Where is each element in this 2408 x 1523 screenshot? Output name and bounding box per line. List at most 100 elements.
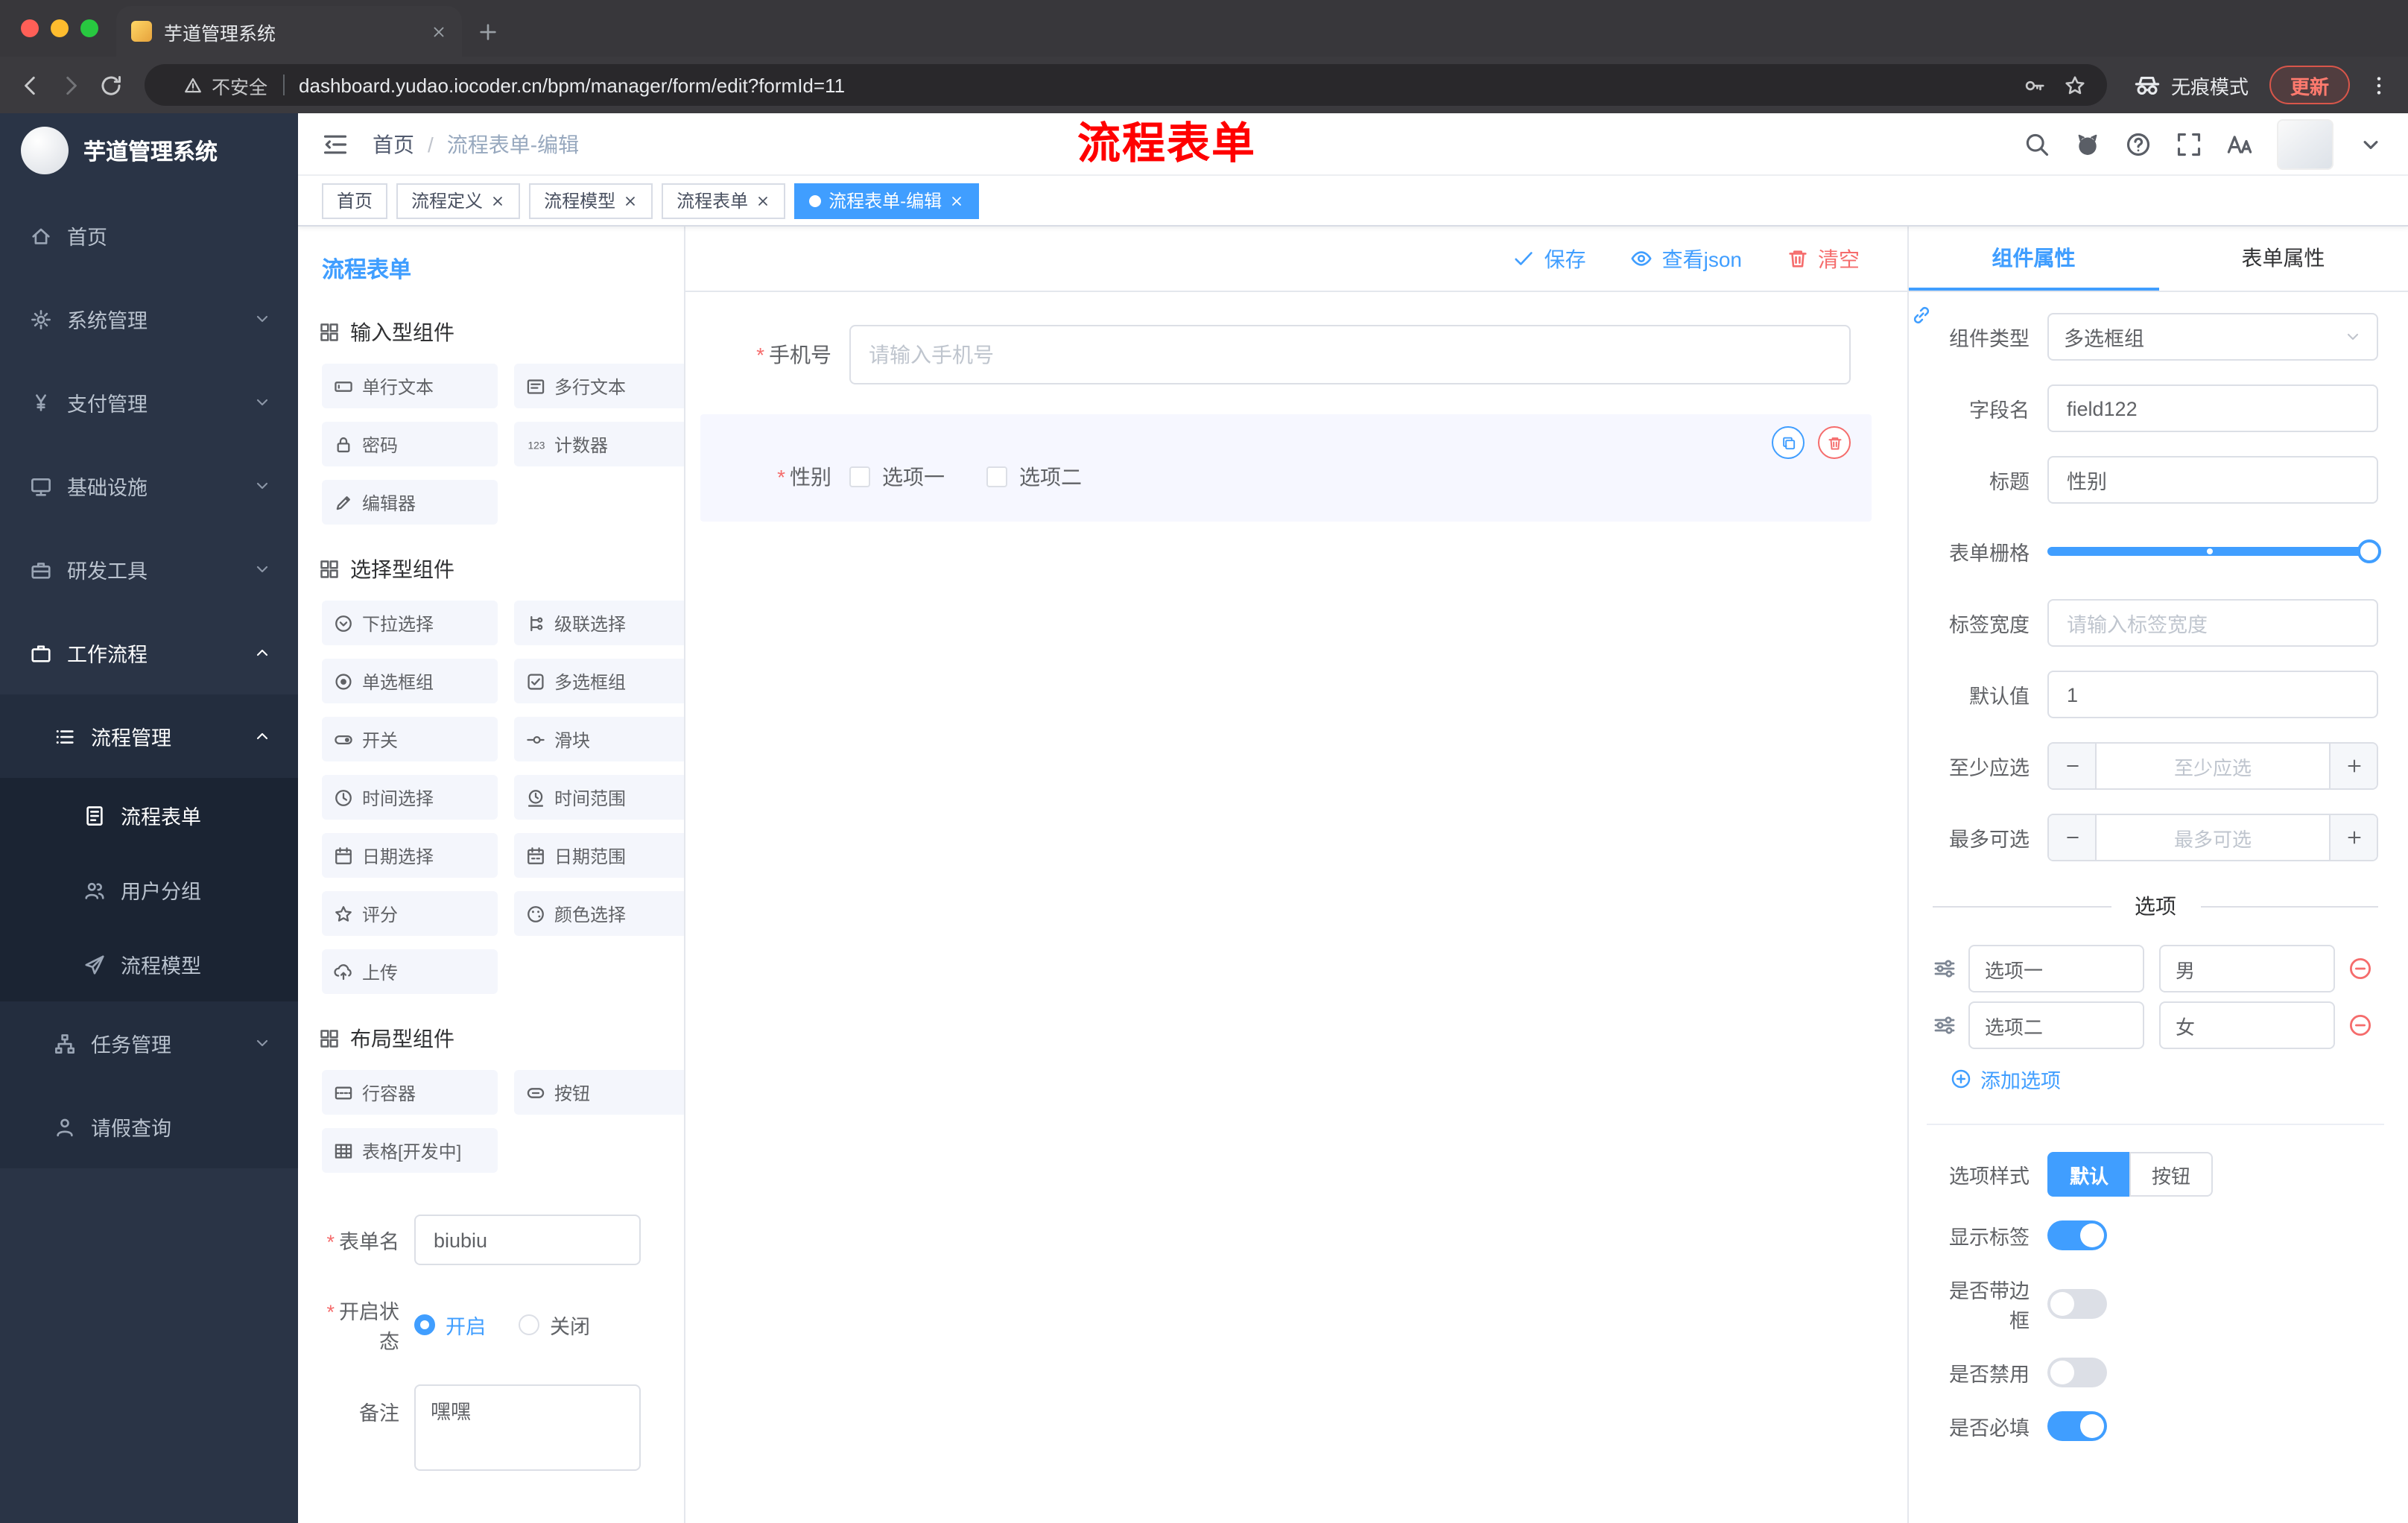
close-tag-icon[interactable] (623, 193, 638, 208)
option-label-input[interactable]: 选项二 (1968, 1001, 2144, 1049)
palette-item[interactable]: 滑块 (514, 717, 684, 762)
close-tag-icon[interactable] (755, 193, 770, 208)
canvas-field-gender-selected[interactable]: * 性别 选项一 选项二 (700, 414, 1872, 522)
close-tag-icon[interactable] (490, 193, 505, 208)
option-label-input[interactable]: 选项一 (1968, 945, 2144, 992)
show-label-toggle[interactable] (2047, 1220, 2107, 1250)
tab-component-props[interactable]: 组件属性 (1909, 227, 2158, 291)
style-button-button[interactable]: 按钮 (2129, 1152, 2214, 1197)
sidebar-item-process-model[interactable]: 流程模型 (0, 927, 298, 1001)
sidebar-item-process-form[interactable]: 流程表单 (0, 778, 298, 852)
required-toggle[interactable] (2047, 1411, 2107, 1441)
plus-button[interactable] (2329, 744, 2377, 788)
view-json-button[interactable]: 查看json (1631, 244, 1742, 273)
remove-option-button[interactable] (2348, 957, 2372, 981)
bookmark-star-icon[interactable] (2064, 74, 2086, 96)
palette-item[interactable]: 多选框组 (514, 659, 684, 703)
palette-item[interactable]: 颜色选择 (514, 891, 684, 936)
title-input[interactable]: 性别 (2047, 456, 2378, 504)
sidebar-item-user-group[interactable]: 用户分组 (0, 852, 298, 927)
component-type-select[interactable]: 多选框组 (2047, 313, 2378, 361)
reload-icon[interactable] (98, 72, 124, 98)
palette-item[interactable]: 下拉选择 (322, 601, 498, 645)
back-icon[interactable] (18, 72, 43, 98)
palette-item[interactable]: 单选框组 (322, 659, 498, 703)
option-value-input[interactable]: 女 (2159, 1001, 2335, 1049)
disabled-toggle[interactable] (2047, 1358, 2107, 1387)
browser-menu-icon[interactable] (2368, 74, 2390, 96)
sidebar-fold-icon[interactable] (322, 130, 349, 157)
update-button[interactable]: 更新 (2269, 66, 2350, 104)
fullscreen-icon[interactable] (2176, 130, 2202, 157)
canvas-field-phone[interactable]: * 手机号 请输入手机号 (700, 325, 1872, 384)
search-icon[interactable] (2024, 130, 2050, 157)
zoom-window-button[interactable] (80, 19, 98, 37)
palette-item[interactable]: 评分 (322, 891, 498, 936)
plus-button[interactable] (2329, 815, 2377, 860)
palette-item[interactable]: 单行文本 (322, 364, 498, 408)
github-icon[interactable] (2074, 130, 2101, 157)
palette-item[interactable]: 开关 (322, 717, 498, 762)
window-controls[interactable] (21, 19, 98, 37)
sidebar-item-payment-mgmt[interactable]: 支付管理 (0, 361, 298, 444)
sidebar-item-process-mgmt[interactable]: 流程管理 (0, 694, 298, 778)
app-logo[interactable]: 芋道管理系统 (0, 113, 298, 188)
gender-option2-label[interactable]: 选项二 (1019, 462, 1082, 492)
gender-option1-label[interactable]: 选项一 (882, 462, 945, 492)
font-size-icon[interactable] (2226, 130, 2253, 157)
status-on-label[interactable]: 开启 (446, 1310, 486, 1340)
gender-option1-checkbox[interactable] (849, 466, 870, 487)
palette-item[interactable]: 按钮 (514, 1070, 684, 1115)
new-tab-button[interactable] (477, 21, 499, 43)
tags-view-item[interactable]: 流程定义 (396, 183, 521, 218)
link-icon[interactable] (1910, 304, 1933, 326)
minus-button[interactable] (2049, 815, 2097, 860)
forward-icon[interactable] (58, 72, 83, 98)
sidebar-item-dev-tools[interactable]: 研发工具 (0, 528, 298, 611)
field-name-input[interactable]: field122 (2047, 384, 2378, 432)
status-off-label[interactable]: 关闭 (550, 1310, 590, 1340)
sidebar-item-system-mgmt[interactable]: 系统管理 (0, 277, 298, 361)
palette-item[interactable]: 日期范围 (514, 833, 684, 878)
minus-button[interactable] (2049, 744, 2097, 788)
breadcrumb-home[interactable]: 首页 (373, 129, 414, 159)
avatar-caret-icon[interactable] (2357, 130, 2384, 157)
remark-textarea[interactable]: 嘿嘿 (414, 1384, 641, 1471)
option-value-input[interactable]: 男 (2159, 945, 2335, 992)
help-icon[interactable] (2125, 130, 2152, 157)
palette-item[interactable]: 表格[开发中] (322, 1128, 498, 1173)
tags-view-item[interactable]: 首页 (322, 183, 388, 218)
save-button[interactable]: 保存 (1513, 244, 1586, 273)
style-default-button[interactable]: 默认 (2047, 1152, 2132, 1197)
form-grid-slider[interactable] (2047, 528, 2381, 575)
palette-item[interactable]: 多行文本 (514, 364, 684, 408)
delete-component-button[interactable] (1818, 426, 1851, 459)
palette-item[interactable]: 编辑器 (322, 480, 498, 525)
min-select-stepper[interactable]: 至少应选 (2047, 742, 2378, 790)
minimize-window-button[interactable] (51, 19, 69, 37)
max-select-placeholder[interactable]: 最多可选 (2097, 815, 2329, 860)
palette-item[interactable]: 123 计数器 (514, 422, 684, 466)
label-width-input[interactable]: 请输入标签宽度 (2047, 599, 2378, 647)
palette-item[interactable]: 时间范围 (514, 775, 684, 820)
close-tab-icon[interactable] (431, 23, 447, 39)
close-window-button[interactable] (21, 19, 39, 37)
slider-handle[interactable] (2357, 539, 2381, 563)
palette-item[interactable]: 级联选择 (514, 601, 684, 645)
close-tag-icon[interactable] (949, 193, 964, 208)
border-toggle[interactable] (2047, 1289, 2107, 1319)
status-on-radio[interactable] (414, 1314, 435, 1335)
address-bar[interactable]: 不安全 dashboard.yudao.iocoder.cn/bpm/manag… (145, 64, 2107, 106)
tags-view-item[interactable]: 流程模型 (529, 183, 653, 218)
palette-item[interactable]: 日期选择 (322, 833, 498, 878)
tags-view-item[interactable]: 流程表单-编辑 (794, 183, 980, 218)
avatar[interactable] (2277, 118, 2333, 169)
sidebar-item-leave-query[interactable]: 请假查询 (0, 1085, 298, 1168)
tab-form-props[interactable]: 表单属性 (2158, 227, 2408, 291)
add-option-button[interactable]: 添加选项 (1951, 1064, 2378, 1094)
palette-item[interactable]: 时间选择 (322, 775, 498, 820)
sidebar-item-workflow[interactable]: 工作流程 (0, 611, 298, 694)
max-select-stepper[interactable]: 最多可选 (2047, 814, 2378, 861)
palette-item[interactable]: 密码 (322, 422, 498, 466)
security-chip[interactable]: 不安全 (165, 71, 267, 99)
